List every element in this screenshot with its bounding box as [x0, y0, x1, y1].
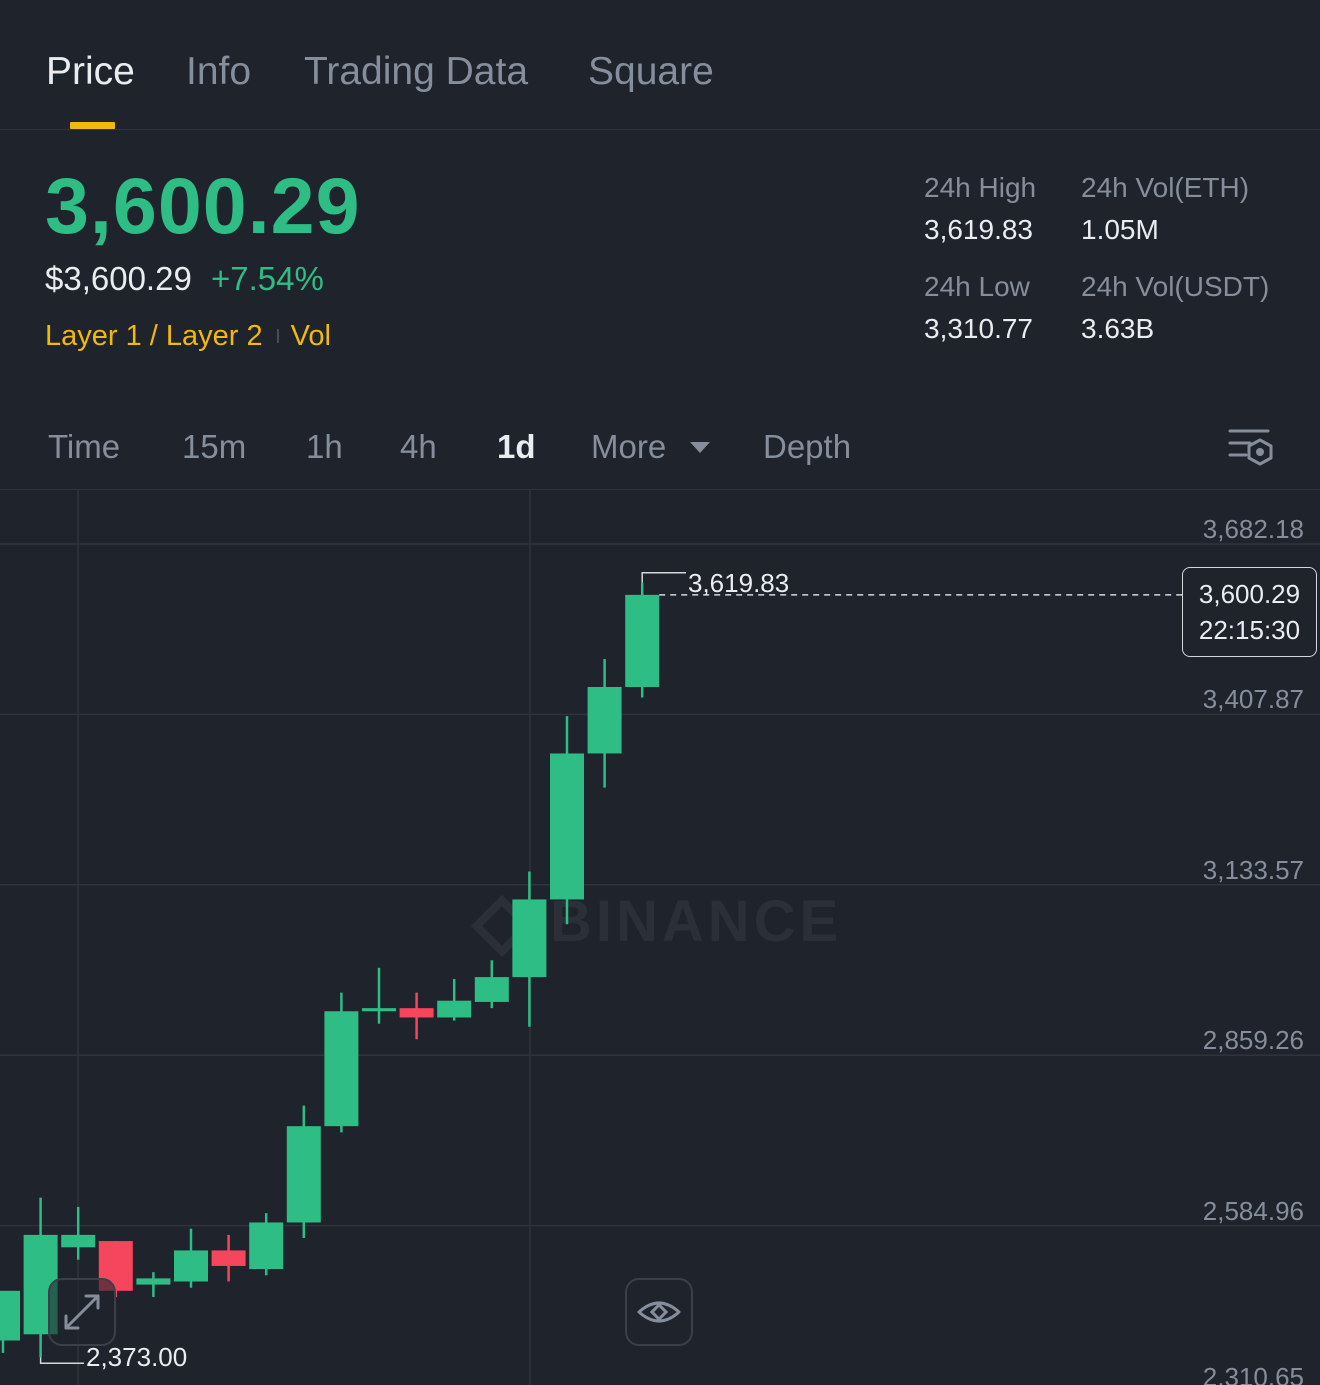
stat-label: 24h High [924, 172, 1037, 203]
y-tick-label: 2,859.26 [1202, 1025, 1304, 1055]
stat-label: 24h Vol(USDT) [1081, 271, 1270, 302]
caret-down-icon [690, 441, 711, 453]
stat-label: 24h Vol(ETH) [1081, 172, 1250, 203]
active-tab-indicator [70, 122, 115, 129]
usd-price: $3,600.29 [45, 260, 192, 297]
tag-category[interactable]: Layer 1 / Layer 2 [45, 320, 263, 352]
candle-body [136, 1278, 171, 1285]
candle-body [249, 1222, 284, 1270]
candle-body [437, 1000, 472, 1018]
stat-value: 3,619.83 [924, 214, 1033, 245]
candle-body [0, 1290, 20, 1341]
stat-24h-low: 24h Low 3,310.77 [924, 271, 1033, 345]
last-price-tag-value: 3,600.29 [1198, 579, 1301, 609]
chart-settings-icon[interactable] [1226, 425, 1276, 469]
interval-15m[interactable]: 15m [182, 428, 246, 466]
stat-value: 1.05M [1081, 214, 1159, 245]
last-price-tag: 3,600.29 22:15:30 [1182, 567, 1317, 657]
tag-row: Layer 1 / Layer 2 Vol [45, 320, 331, 353]
depth-tab[interactable]: Depth [763, 428, 851, 466]
candle-body [174, 1250, 208, 1282]
high-marker-label: 3,619.83 [688, 568, 790, 598]
interval-1h[interactable]: 1h [306, 428, 343, 466]
fullscreen-button[interactable] [48, 1278, 116, 1346]
stat-24h-vol-usdt: 24h Vol(USDT) 3.63B [1081, 271, 1269, 345]
tab-info[interactable]: Info [186, 50, 251, 94]
low-marker-label: 2,373.00 [86, 1342, 188, 1372]
candle-body [550, 753, 584, 900]
tab-trading-data[interactable]: Trading Data [304, 50, 528, 94]
app-root: Price Info Trading Data Square 3,600.29 … [0, 0, 1320, 1385]
candle-countdown: 22:15:30 [1198, 615, 1301, 645]
candle-body [399, 1008, 434, 1018]
y-tick-label: 2,584.96 [1202, 1196, 1304, 1226]
stat-label: 24h Low [924, 271, 1030, 302]
interval-4h[interactable]: 4h [400, 428, 437, 466]
chart-canvas [0, 490, 1320, 1385]
y-tick-label: 2,310.65 [1202, 1362, 1304, 1385]
y-tick-label: 3,407.87 [1202, 684, 1304, 714]
stat-24h-high: 24h High 3,619.83 [924, 172, 1036, 246]
y-tick-label: 3,682.18 [1202, 514, 1304, 544]
high-marker-leader [641, 571, 686, 583]
price-change-percent: +7.54% [210, 260, 324, 297]
stat-24h-vol-eth: 24h Vol(ETH) 1.05M [1081, 172, 1249, 246]
candle-body [211, 1250, 246, 1266]
candle-body [512, 899, 547, 978]
tab-price[interactable]: Price [46, 50, 135, 94]
more-label: More [591, 428, 667, 465]
stat-value: 3.63B [1081, 313, 1155, 344]
stat-value: 3,310.77 [924, 313, 1033, 344]
interval-1d[interactable]: 1d [497, 428, 536, 466]
candle-body [286, 1126, 321, 1223]
last-price: 3,600.29 [45, 161, 361, 250]
y-tick-label: 3,133.57 [1202, 855, 1304, 885]
candle-body [474, 977, 509, 1002]
interval-bar: Time 15m 1h 4h 1d More Depth [0, 400, 1320, 490]
expand-icon [64, 1294, 100, 1330]
candlestick-chart[interactable]: BINANCE 3,682.18 3,407.87 3,133.57 2,859… [0, 490, 1320, 1385]
usd-price-line: $3,600.29 +7.54% [45, 260, 324, 298]
interval-time[interactable]: Time [48, 428, 120, 466]
tag-vol[interactable]: Vol [291, 320, 331, 352]
candle-body [362, 1008, 396, 1012]
interval-more-dropdown[interactable]: More [591, 428, 711, 466]
tab-bar: Price Info Trading Data Square [0, 0, 1320, 130]
tag-divider [276, 329, 279, 344]
candle-body [324, 1011, 359, 1127]
candle-body [61, 1234, 96, 1248]
eye-icon [637, 1301, 681, 1323]
candle-body [587, 686, 622, 754]
toggle-visibility-button[interactable] [625, 1278, 693, 1346]
candle-body [625, 594, 660, 687]
tab-square[interactable]: Square [588, 50, 714, 94]
